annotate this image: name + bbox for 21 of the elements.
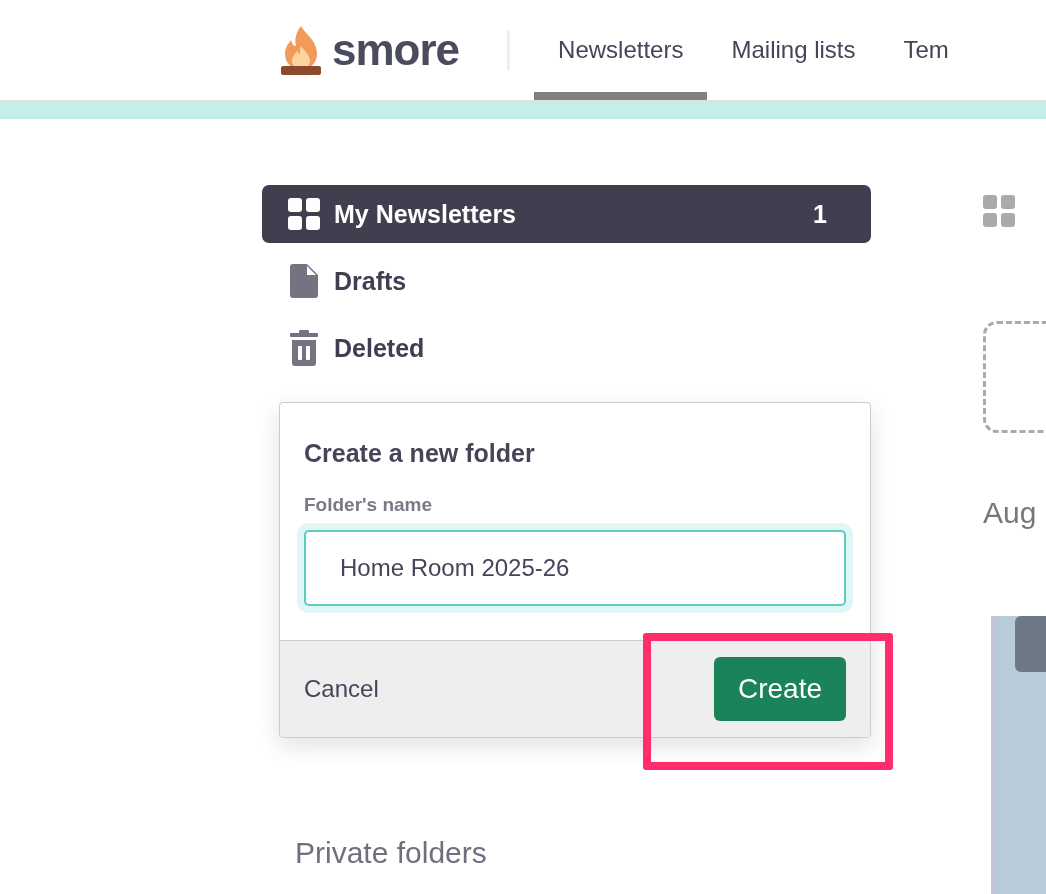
cancel-button[interactable]: Cancel <box>304 675 379 703</box>
nav-tab[interactable]: Tem <box>879 0 973 100</box>
sidebar-item[interactable]: Drafts <box>262 252 871 310</box>
trash-icon <box>288 330 320 366</box>
newsletter-card[interactable] <box>991 616 1046 894</box>
grid-icon[interactable] <box>983 195 1015 227</box>
sidebar-item[interactable]: Deleted <box>262 319 871 377</box>
section-title: Private folders <box>295 836 488 870</box>
grid-icon <box>288 198 320 230</box>
flame-icon <box>280 24 322 76</box>
folder-name-field[interactable]: Home Room 2025-26 <box>304 530 846 606</box>
create-button[interactable]: Create <box>713 657 846 721</box>
date-label: Aug <box>983 496 1038 530</box>
new-item-placeholder[interactable] <box>983 321 1046 433</box>
sidebar-item[interactable]: My Newsletters 1 <box>262 185 871 243</box>
logo-text[interactable]: smore <box>332 25 460 75</box>
card-thumbnail <box>1015 616 1046 672</box>
dialog-title: Create a new folder <box>304 439 536 468</box>
field-label: Folder's name <box>304 494 434 516</box>
nav-tab[interactable]: Mailing lists <box>707 0 880 100</box>
document-icon <box>288 264 320 298</box>
